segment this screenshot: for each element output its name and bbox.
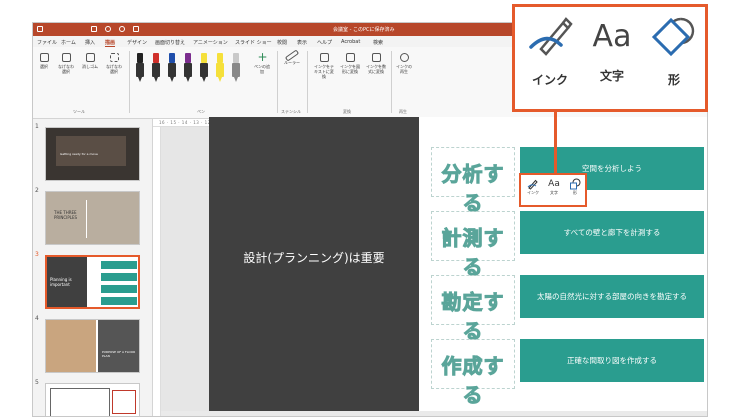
lasso-select-icon	[109, 53, 119, 62]
thumb-number: 4	[35, 315, 39, 322]
pen-5[interactable]	[199, 53, 209, 83]
thumb-number: 1	[35, 123, 39, 130]
callout-text-button: Aa 文字	[583, 15, 641, 84]
group-stencils-label: ステンシル	[281, 109, 301, 114]
ribbon-separator	[391, 51, 392, 113]
ink-to-math-icon	[371, 53, 381, 62]
text-box-3[interactable]: 太陽の自然光に対する部屋の向きを勘定する	[520, 275, 704, 318]
shapes-icon	[651, 17, 695, 57]
callout-ink-button: インク	[521, 15, 579, 88]
window-title: 会議室 - このPCに保存済み	[333, 27, 395, 33]
ink-to-text-icon	[319, 53, 329, 62]
zoomed-callout: インク Aa 文字 形	[512, 4, 708, 112]
tab-insert[interactable]: 挿入	[85, 39, 95, 46]
slide-thumbnails: 1 Getting ready for a move 2 THE THREE P…	[33, 119, 153, 416]
pen-3[interactable]	[167, 53, 177, 83]
mini-text-button[interactable]: Aa 文字	[544, 178, 564, 196]
pencil-1[interactable]	[231, 53, 241, 83]
vertical-ruler	[153, 127, 161, 416]
group-replay-label: 再生	[399, 109, 407, 114]
callout-shape-label: 形	[667, 73, 680, 87]
ink-to-shape-button[interactable]: インクを図形に変換	[339, 53, 361, 74]
ink-to-text-button[interactable]: インクをテキストに変換	[313, 53, 335, 79]
callout-connector	[554, 112, 557, 174]
eraser-button[interactable]: 消しゴム	[81, 53, 99, 69]
thumb-number: 2	[35, 187, 39, 194]
tab-draw[interactable]: 描画	[105, 39, 116, 47]
tab-acrobat[interactable]: Acrobat	[341, 39, 360, 45]
group-tools-label: ツール	[73, 109, 85, 114]
current-slide[interactable]: 設計(プランニング)は重要 分析する 計測する 勘定する 作成する 空間を分析し…	[209, 117, 707, 416]
lasso-button[interactable]: なげなわ選択	[57, 53, 75, 74]
ink-pen-icon	[527, 179, 538, 190]
lasso-icon	[61, 53, 71, 62]
ribbon-separator	[307, 51, 308, 113]
lasso-select-button[interactable]: なげなわ選択	[105, 53, 123, 74]
select-button[interactable]: 選択	[35, 53, 53, 69]
plus-icon: +	[257, 50, 268, 64]
text-aa-icon: Aa	[548, 179, 560, 189]
cursor-icon	[39, 53, 49, 62]
tab-home[interactable]: ホーム	[61, 39, 76, 46]
group-convert-label: 変換	[343, 109, 351, 114]
add-pen-button[interactable]: + ペンの追加	[253, 50, 271, 74]
thumbnail-slide-2[interactable]: THE THREE PRINCIPLES	[45, 191, 140, 245]
handwritten-ink-2[interactable]: 計測する	[431, 211, 515, 280]
text-box-4[interactable]: 正確な間取り図を作成する	[520, 339, 704, 382]
tab-search[interactable]: 検索	[373, 39, 383, 46]
tab-design[interactable]: デザイン	[127, 39, 147, 46]
thumb-photo	[56, 136, 126, 166]
callout-ink-label: インク	[531, 73, 568, 87]
thumbnail-slide-1[interactable]: Getting ready for a move	[45, 127, 140, 181]
horizontal-scrollbar[interactable]	[161, 411, 707, 416]
callout-text-label: 文字	[599, 69, 624, 83]
present-icon[interactable]	[133, 26, 139, 32]
ink-replay-button[interactable]: インクの再生	[395, 53, 413, 74]
pen-cap	[137, 53, 143, 63]
ink-pen-icon	[529, 17, 573, 56]
tab-review[interactable]: 校閲	[277, 39, 287, 46]
tab-animations[interactable]: アニメーション	[193, 39, 228, 46]
mini-ink-button[interactable]: インク	[523, 178, 543, 196]
replay-icon	[399, 53, 409, 62]
ruler-button[interactable]: ルーラー	[283, 49, 301, 65]
ink-mini-toolbar: インク Aa 文字 形	[519, 173, 587, 207]
thumbnail-slide-4[interactable]: PURPOSE OF A FLOOR PLAN	[45, 319, 140, 373]
eraser-icon	[85, 53, 95, 62]
handwritten-ink-3[interactable]: 勘定する	[431, 275, 515, 344]
tab-help[interactable]: ヘルプ	[317, 39, 332, 46]
undo-icon[interactable]	[105, 26, 111, 32]
tab-view[interactable]: 表示	[297, 39, 307, 46]
text-box-2[interactable]: すべての壁と廊下を計測する	[520, 211, 704, 254]
pen-4[interactable]	[183, 53, 193, 83]
shapes-icon	[570, 178, 581, 190]
ink-to-shape-icon	[345, 53, 355, 62]
thumbnail-slide-3[interactable]: Planning is important	[45, 255, 140, 309]
mini-shape-button[interactable]: 形	[565, 178, 585, 196]
thumb-number: 5	[35, 379, 39, 386]
save-icon[interactable]	[91, 26, 97, 32]
thumb-number: 3	[35, 251, 39, 258]
pen-1[interactable]	[135, 53, 145, 83]
ink-to-math-button[interactable]: インクを数式に変換	[365, 53, 387, 74]
tab-slideshow[interactable]: スライド ショー	[235, 39, 272, 46]
app-icon	[37, 26, 43, 32]
ribbon-separator	[129, 51, 130, 113]
group-pens-label: ペン	[197, 109, 205, 114]
handwritten-ink-4[interactable]: 作成する	[431, 339, 515, 408]
redo-icon[interactable]	[119, 26, 125, 32]
slide-title-panel	[209, 117, 419, 416]
slide-title[interactable]: 設計(プランニング)は重要	[209, 249, 419, 266]
callout-shape-button: 形	[645, 15, 703, 88]
text-aa-icon: Aa	[592, 19, 632, 54]
ribbon-separator	[277, 51, 278, 113]
handwritten-ink-1[interactable]: 分析する	[431, 147, 515, 216]
tab-transitions[interactable]: 画面切り替え	[155, 39, 185, 46]
tab-file[interactable]: ファイル	[37, 39, 57, 46]
highlighter-1[interactable]	[215, 53, 225, 83]
pen-2[interactable]	[151, 53, 161, 83]
thumbnail-slide-5[interactable]	[45, 383, 140, 416]
slide-canvas: 設計(プランニング)は重要 分析する 計測する 勘定する 作成する 空間を分析し…	[161, 117, 707, 416]
